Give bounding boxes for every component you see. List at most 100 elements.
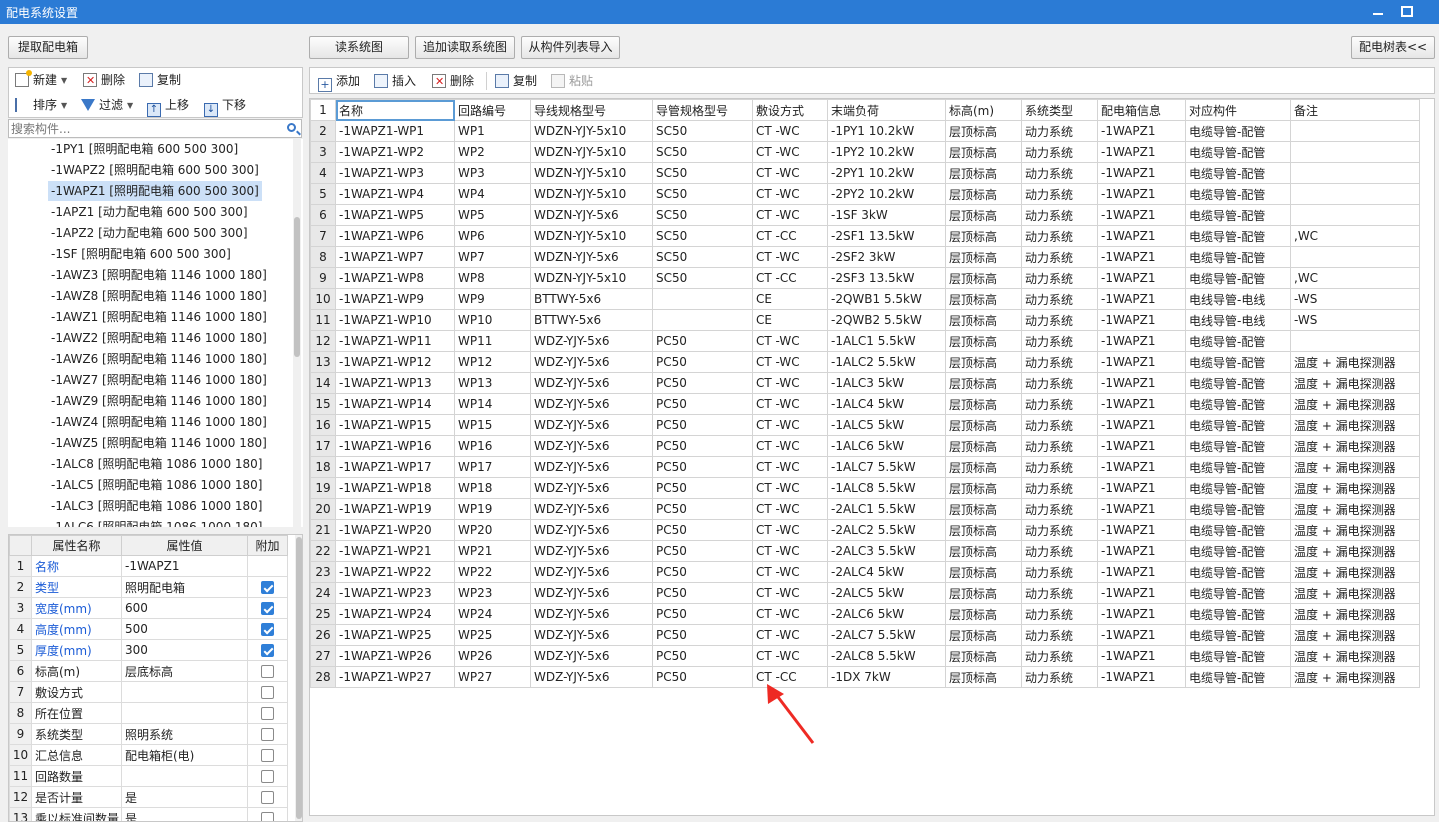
cell-laying[interactable]: CT -WC xyxy=(752,351,828,373)
table-row[interactable]: 19 -1WAPZ1-WP18 WP18 WDZ-YJY-5x6 PC50 CT -WC -… xyxy=(310,477,1420,499)
cell-elevation[interactable]: 层顶标高 xyxy=(945,204,1022,226)
cell-load[interactable]: -1ALC2 5.5kW xyxy=(827,351,946,373)
minimize-button[interactable] xyxy=(1363,0,1393,24)
cell-load[interactable]: -1ALC6 5kW xyxy=(827,435,946,457)
row-number[interactable]: 14 xyxy=(310,372,336,394)
cell-wire-spec[interactable]: WDZ-YJY-5x6 xyxy=(530,582,653,604)
cell-component[interactable]: 电线导管-电线 xyxy=(1185,309,1291,331)
cell-elevation[interactable]: 层顶标高 xyxy=(945,393,1022,415)
cell-system-type[interactable]: 动力系统 xyxy=(1021,141,1098,163)
cell-conduit-spec[interactable]: SC50 xyxy=(652,120,753,142)
table-row[interactable]: 26 -1WAPZ1-WP25 WP25 WDZ-YJY-5x6 PC50 CT -WC -… xyxy=(310,624,1420,646)
cell-wire-spec[interactable]: WDZ-YJY-5x6 xyxy=(530,351,653,373)
cell-wire-spec[interactable]: WDZ-YJY-5x6 xyxy=(530,456,653,478)
cell-box-info[interactable]: -1WAPZ1 xyxy=(1097,435,1186,457)
row-number[interactable]: 5 xyxy=(310,183,336,205)
cell-wire-spec[interactable]: BTTWY-5x6 xyxy=(530,309,653,331)
cell-elevation[interactable]: 层顶标高 xyxy=(945,372,1022,394)
cell-system-type[interactable]: 动力系统 xyxy=(1021,183,1098,205)
prop-row[interactable]: 10 汇总信息 配电箱柜(电) xyxy=(9,744,288,766)
cell-conduit-spec[interactable]: PC50 xyxy=(652,330,753,352)
prop-row[interactable]: 1 名称 -1WAPZ1 xyxy=(9,555,288,577)
cell-wire-spec[interactable]: WDZ-YJY-5x6 xyxy=(530,519,653,541)
cell-box-info[interactable]: -1WAPZ1 xyxy=(1097,477,1186,499)
row-number[interactable]: 21 xyxy=(310,519,336,541)
cell-laying[interactable]: CT -WC xyxy=(752,477,828,499)
cell-component[interactable]: 电缆导管-配管 xyxy=(1185,666,1291,688)
cell-circuit[interactable]: WP15 xyxy=(454,414,531,436)
prop-value[interactable]: 600 xyxy=(121,597,248,619)
cell-laying[interactable]: CE xyxy=(752,309,828,331)
cell-circuit[interactable]: WP21 xyxy=(454,540,531,562)
tree-item[interactable]: -1WAPZ2 [照明配电箱 600 500 300] xyxy=(48,160,262,180)
table-row[interactable]: 14 -1WAPZ1-WP13 WP13 WDZ-YJY-5x6 PC50 CT -WC -… xyxy=(310,372,1420,394)
cell-conduit-spec[interactable]: PC50 xyxy=(652,603,753,625)
cell-elevation[interactable]: 层顶标高 xyxy=(945,435,1022,457)
cell-box-info[interactable]: -1WAPZ1 xyxy=(1097,498,1186,520)
cell-component[interactable]: 电缆导管-配管 xyxy=(1185,141,1291,163)
cell-wire-spec[interactable]: WDZ-YJY-5x6 xyxy=(530,561,653,583)
cell-component[interactable]: 电缆导管-配管 xyxy=(1185,330,1291,352)
cell-system-type[interactable]: 动力系统 xyxy=(1021,246,1098,268)
cell-box-info[interactable]: -1WAPZ1 xyxy=(1097,561,1186,583)
cell-conduit-spec[interactable]: PC50 xyxy=(652,351,753,373)
tree-item[interactable]: -1AWZ6 [照明配电箱 1146 1000 180] xyxy=(48,349,270,369)
cell-laying[interactable]: CT -CC xyxy=(752,267,828,289)
table-row[interactable]: 28 -1WAPZ1-WP27 WP27 WDZ-YJY-5x6 PC50 CT -CC -… xyxy=(310,666,1420,688)
cell-circuit[interactable]: WP20 xyxy=(454,519,531,541)
cell-elevation[interactable]: 层顶标高 xyxy=(945,120,1022,142)
cell-box-info[interactable]: -1WAPZ1 xyxy=(1097,624,1186,646)
cell-load[interactable]: -2ALC1 5.5kW xyxy=(827,498,946,520)
tree-item[interactable]: -1AWZ5 [照明配电箱 1146 1000 180] xyxy=(48,433,270,453)
prop-row[interactable]: 9 系统类型 照明系统 xyxy=(9,723,288,745)
tree-item[interactable]: -1PY1 [照明配电箱 600 500 300] xyxy=(48,139,241,159)
cell-conduit-spec[interactable]: SC50 xyxy=(652,141,753,163)
cell-name[interactable]: -1WAPZ1-WP9 xyxy=(335,288,455,310)
cell-load[interactable]: -1ALC8 5.5kW xyxy=(827,477,946,499)
cell-circuit[interactable]: WP17 xyxy=(454,456,531,478)
cell-circuit[interactable]: WP8 xyxy=(454,267,531,289)
row-number[interactable]: 9 xyxy=(310,267,336,289)
table-row[interactable]: 4 -1WAPZ1-WP3 WP3 WDZN-YJY-5x10 SC50 CT -WC -2… xyxy=(310,162,1420,184)
cell-circuit[interactable]: WP19 xyxy=(454,498,531,520)
cell-wire-spec[interactable]: BTTWY-5x6 xyxy=(530,288,653,310)
row-number[interactable]: 3 xyxy=(310,141,336,163)
cell-laying[interactable]: CT -WC xyxy=(752,645,828,667)
prop-value[interactable]: 是 xyxy=(121,786,248,808)
cell-system-type[interactable]: 动力系统 xyxy=(1021,330,1098,352)
col-header-remark[interactable]: 备注 xyxy=(1290,99,1420,121)
cell-system-type[interactable]: 动力系统 xyxy=(1021,309,1098,331)
prop-row[interactable]: 3 宽度(mm) 600 xyxy=(9,597,288,619)
prop-row[interactable]: 5 厚度(mm) 300 xyxy=(9,639,288,661)
cell-name[interactable]: -1WAPZ1-WP12 xyxy=(335,351,455,373)
cell-laying[interactable]: CT -WC xyxy=(752,498,828,520)
properties-scrollbar-thumb[interactable] xyxy=(296,537,302,819)
cell-system-type[interactable]: 动力系统 xyxy=(1021,519,1098,541)
tree-item[interactable]: -1AWZ9 [照明配电箱 1146 1000 180] xyxy=(48,391,270,411)
cell-circuit[interactable]: WP23 xyxy=(454,582,531,604)
cell-load[interactable]: -2SF2 3kW xyxy=(827,246,946,268)
cell-remark[interactable]: 温度 + 漏电探测器 xyxy=(1290,582,1420,604)
prop-extra-checkbox[interactable] xyxy=(261,707,274,720)
col-header-system-type[interactable]: 系统类型 xyxy=(1021,99,1098,121)
table-row[interactable]: 7 -1WAPZ1-WP6 WP6 WDZN-YJY-5x10 SC50 CT -CC -2… xyxy=(310,225,1420,247)
cell-wire-spec[interactable]: WDZ-YJY-5x6 xyxy=(530,372,653,394)
row-number[interactable]: 6 xyxy=(310,204,336,226)
prop-row[interactable]: 7 敷设方式 xyxy=(9,681,288,703)
table-row[interactable]: 2 -1WAPZ1-WP1 WP1 WDZN-YJY-5x10 SC50 CT -WC -1… xyxy=(310,120,1420,142)
prop-value[interactable]: 配电箱柜(电) xyxy=(121,744,248,766)
prop-value[interactable]: 照明配电箱 xyxy=(121,576,248,598)
cell-name[interactable]: -1WAPZ1-WP5 xyxy=(335,204,455,226)
cell-load[interactable]: -2ALC3 5.5kW xyxy=(827,540,946,562)
cell-box-info[interactable]: -1WAPZ1 xyxy=(1097,351,1186,373)
cell-conduit-spec[interactable]: SC50 xyxy=(652,183,753,205)
table-row[interactable]: 18 -1WAPZ1-WP17 WP17 WDZ-YJY-5x6 PC50 CT -WC -… xyxy=(310,456,1420,478)
table-row[interactable]: 25 -1WAPZ1-WP24 WP24 WDZ-YJY-5x6 PC50 CT -WC -… xyxy=(310,603,1420,625)
cell-circuit[interactable]: WP14 xyxy=(454,393,531,415)
col-header-conduit-spec[interactable]: 导管规格型号 xyxy=(652,99,753,121)
cell-component[interactable]: 电缆导管-配管 xyxy=(1185,561,1291,583)
cell-elevation[interactable]: 层顶标高 xyxy=(945,309,1022,331)
cell-circuit[interactable]: WP5 xyxy=(454,204,531,226)
cell-wire-spec[interactable]: WDZN-YJY-5x10 xyxy=(530,120,653,142)
cell-component[interactable]: 电缆导管-配管 xyxy=(1185,624,1291,646)
